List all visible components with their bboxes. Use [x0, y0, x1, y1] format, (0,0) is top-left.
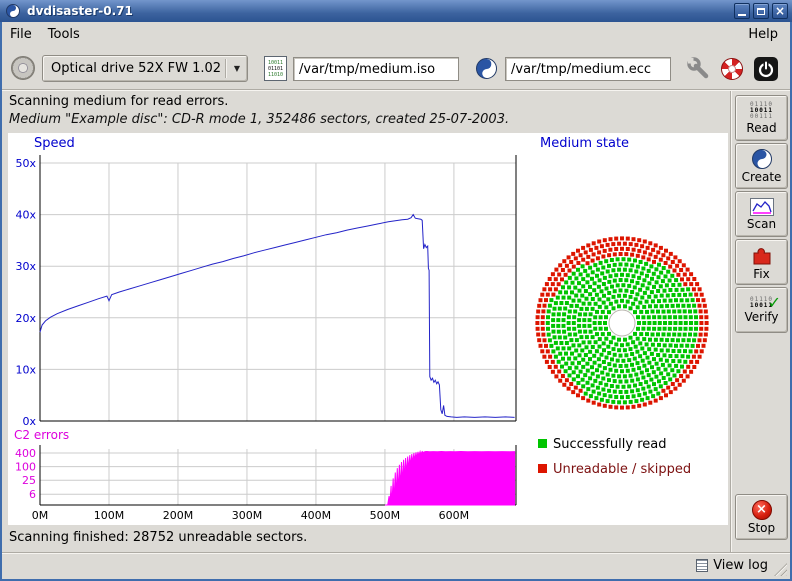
- drive-selector[interactable]: Optical drive 52X FW 1.02 ▼: [42, 55, 248, 82]
- medium-info: Medium "Example disc": CD-R mode 1, 3524…: [9, 112, 509, 127]
- close-icon: ×: [775, 4, 785, 18]
- window-title: dvdisaster-0.71: [27, 4, 133, 18]
- x-axis-tick: 100M: [94, 509, 125, 522]
- read-button[interactable]: 011101001100111 Read: [735, 95, 788, 141]
- scan-label: Scan: [747, 217, 776, 231]
- menu-help[interactable]: Help: [740, 24, 786, 45]
- x-axis-tick: 400M: [301, 509, 332, 522]
- wrench-icon: [687, 57, 711, 81]
- quit-button[interactable]: [751, 54, 781, 84]
- stop-icon: ×: [752, 500, 772, 520]
- speed-chart-title: Speed: [34, 136, 75, 151]
- close-button[interactable]: ×: [772, 3, 788, 19]
- speed-y-tick: 10x: [15, 363, 36, 376]
- stop-label: Stop: [748, 521, 775, 535]
- help-button[interactable]: [717, 54, 747, 84]
- verify-button[interactable]: 0111010011 ✓ Verify: [735, 287, 788, 333]
- c2-chart-title: C2 errors: [14, 428, 69, 442]
- c2-y-tick: 6: [29, 488, 36, 501]
- speed-y-tick: 0x: [22, 415, 36, 428]
- x-axis-tick: 500M: [370, 509, 401, 522]
- c2-y-tick: 400: [15, 447, 36, 460]
- verify-icon: 0111010011 ✓: [750, 297, 773, 309]
- statusbar: View log: [2, 552, 790, 579]
- legend-swatch: [538, 464, 547, 473]
- read-label: Read: [746, 121, 776, 135]
- titlebar[interactable]: dvdisaster-0.71 ×: [0, 0, 792, 22]
- puzzle-icon: [751, 244, 773, 266]
- toolbar-separator: [2, 89, 790, 91]
- legend-swatch: [538, 439, 547, 448]
- iso-file-icon: 100110110111010: [264, 56, 287, 81]
- preferences-button[interactable]: [684, 54, 714, 84]
- minimize-icon: [738, 14, 746, 16]
- read-icon: 011101001100111: [750, 102, 773, 120]
- stop-button[interactable]: × Stop: [735, 494, 788, 540]
- view-log-label: View log: [713, 558, 768, 573]
- speed-y-tick: 40x: [15, 209, 36, 222]
- fix-button[interactable]: Fix: [735, 239, 788, 285]
- x-axis-tick: 600M: [439, 509, 470, 522]
- iso-path-input[interactable]: [293, 57, 459, 81]
- menu-file[interactable]: File: [2, 24, 40, 45]
- ecc-path-input[interactable]: [505, 57, 671, 81]
- legend-label: Unreadable / skipped: [553, 462, 691, 477]
- c2-y-tick: 100: [15, 461, 36, 474]
- power-icon: [753, 56, 779, 82]
- legend-label: Successfully read: [553, 437, 666, 452]
- speed-y-tick: 30x: [15, 260, 36, 273]
- scan-button[interactable]: Scan: [735, 191, 788, 237]
- maximize-button[interactable]: [753, 3, 769, 19]
- ecc-file-icon: [476, 58, 497, 79]
- x-axis-tick: 200M: [163, 509, 194, 522]
- menu-tools[interactable]: Tools: [40, 24, 88, 45]
- scan-result-status: Scanning finished: 28752 unreadable sect…: [9, 530, 307, 545]
- speed-y-tick: 20x: [15, 312, 36, 325]
- window-buttons: ×: [734, 3, 788, 19]
- scan-visualization: Speed C2 errors Medium state 0x 10x 20x 30x 40x…: [8, 133, 728, 525]
- drive-selector-value: Optical drive 52X FW 1.02: [43, 61, 225, 76]
- sidebar-separator: [730, 91, 732, 552]
- app-icon: [6, 4, 20, 18]
- create-icon: [752, 149, 772, 169]
- x-axis-tick: 300M: [232, 509, 263, 522]
- menubar: File Tools Help: [2, 22, 790, 47]
- verify-label: Verify: [744, 310, 778, 324]
- create-label: Create: [742, 170, 782, 184]
- drive-icon: [11, 56, 35, 80]
- status-message: Scanning medium for read errors.: [9, 94, 228, 109]
- resize-grip[interactable]: [774, 563, 787, 576]
- check-icon: ✓: [768, 293, 781, 312]
- help-icon: [721, 58, 743, 80]
- view-log-button[interactable]: View log: [696, 558, 768, 573]
- medium-state-title: Medium state: [540, 136, 629, 151]
- disc-hole: [609, 310, 635, 336]
- log-icon: [696, 559, 708, 572]
- minimize-button[interactable]: [734, 3, 750, 19]
- fix-label: Fix: [753, 267, 769, 281]
- dvdisaster-window: dvdisaster-0.71 × File Tools Help Optica…: [0, 0, 792, 581]
- scan-icon: [750, 198, 774, 216]
- create-button[interactable]: Create: [735, 143, 788, 189]
- x-axis-tick: 0M: [32, 509, 49, 522]
- maximize-icon: [757, 8, 765, 15]
- speed-y-tick: 50x: [15, 157, 36, 170]
- chevron-down-icon: ▼: [227, 64, 247, 73]
- c2-y-tick: 25: [22, 474, 36, 487]
